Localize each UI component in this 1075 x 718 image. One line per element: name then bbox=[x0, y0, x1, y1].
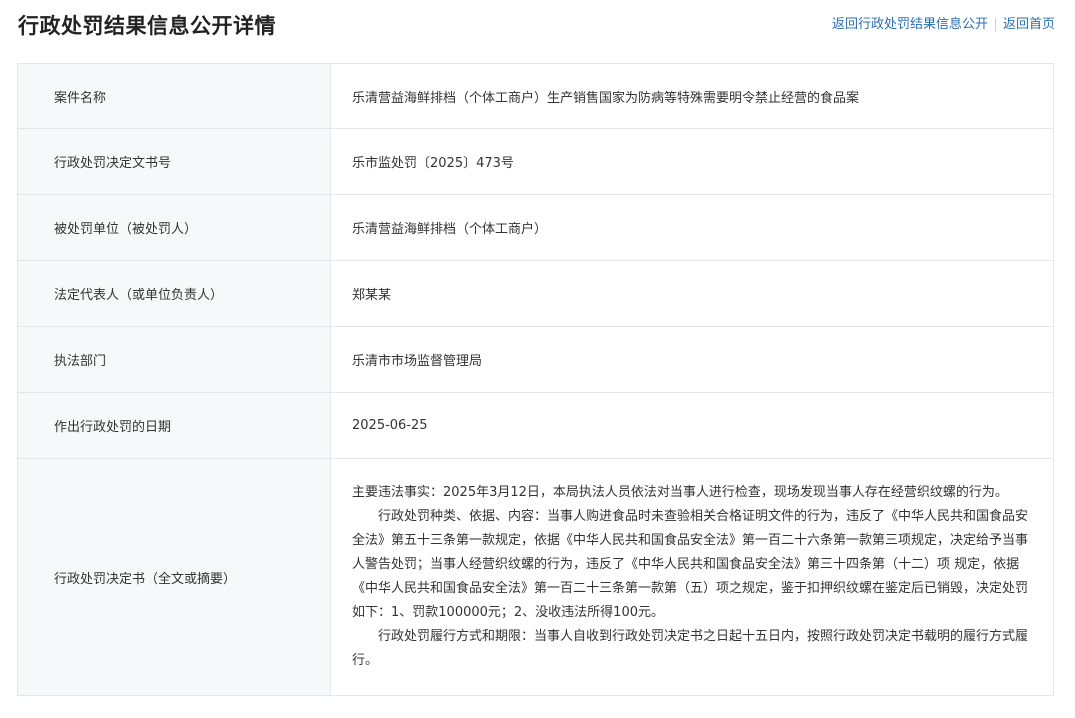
case-name-label: 案件名称 bbox=[17, 63, 331, 129]
table-row: 法定代表人（或单位负责人） 郑某某 bbox=[17, 260, 1054, 327]
table-row: 行政处罚决定书（全文或摘要） 主要违法事实：2025年3月12日，本局执法人员依… bbox=[17, 458, 1054, 696]
enforcement-department-value: 乐清市市场监督管理局 bbox=[330, 326, 1054, 393]
penalized-party-value: 乐清营益海鲜排档（个体工商户） bbox=[330, 194, 1054, 261]
table-row: 案件名称 乐清营益海鲜排档（个体工商户）生产销售国家为防病等特殊需要明令禁止经营… bbox=[17, 63, 1054, 129]
enforcement-department-label: 执法部门 bbox=[17, 326, 331, 393]
decision-paragraph-facts: 主要违法事实：2025年3月12日，本局执法人员依法对当事人进行检查，现场发现当… bbox=[352, 485, 1008, 500]
table-row: 行政处罚决定文书号 乐市监处罚〔2025〕473号 bbox=[17, 128, 1054, 195]
document-number-value: 乐市监处罚〔2025〕473号 bbox=[330, 128, 1054, 195]
page-title: 行政处罚结果信息公开详情 bbox=[18, 14, 276, 38]
decision-label: 行政处罚决定书（全文或摘要） bbox=[17, 458, 331, 696]
back-to-results-link[interactable]: 返回行政处罚结果信息公开 bbox=[832, 14, 988, 36]
detail-table: 案件名称 乐清营益海鲜排档（个体工商户）生产销售国家为防病等特殊需要明令禁止经营… bbox=[17, 63, 1054, 696]
legal-representative-value: 郑某某 bbox=[330, 260, 1054, 327]
table-row: 执法部门 乐清市市场监督管理局 bbox=[17, 326, 1054, 393]
link-divider bbox=[994, 18, 996, 32]
top-nav: 返回行政处罚结果信息公开 返回首页 bbox=[832, 14, 1055, 36]
legal-representative-label: 法定代表人（或单位负责人） bbox=[17, 260, 331, 327]
table-row: 被处罚单位（被处罚人） 乐清营益海鲜排档（个体工商户） bbox=[17, 194, 1054, 261]
back-to-home-link[interactable]: 返回首页 bbox=[1003, 14, 1055, 36]
decision-paragraph-fulfilment: 行政处罚履行方式和期限：当事人自收到行政处罚决定书之日起十五日内，按照行政处罚决… bbox=[352, 629, 1029, 668]
penalty-date-value: 2025-06-25 bbox=[330, 392, 1054, 459]
table-row: 作出行政处罚的日期 2025-06-25 bbox=[17, 392, 1054, 459]
penalized-party-label: 被处罚单位（被处罚人） bbox=[17, 194, 331, 261]
penalty-date-label: 作出行政处罚的日期 bbox=[17, 392, 331, 459]
decision-content: 主要违法事实：2025年3月12日，本局执法人员依法对当事人进行检查，现场发现当… bbox=[330, 458, 1054, 696]
decision-paragraph-penalty: 行政处罚种类、依据、内容：当事人购进食品时未查验相关合格证明文件的行为，违反了《… bbox=[352, 509, 1029, 620]
case-name-value: 乐清营益海鲜排档（个体工商户）生产销售国家为防病等特殊需要明令禁止经营的食品案 bbox=[330, 63, 1054, 129]
document-number-label: 行政处罚决定文书号 bbox=[17, 128, 331, 195]
